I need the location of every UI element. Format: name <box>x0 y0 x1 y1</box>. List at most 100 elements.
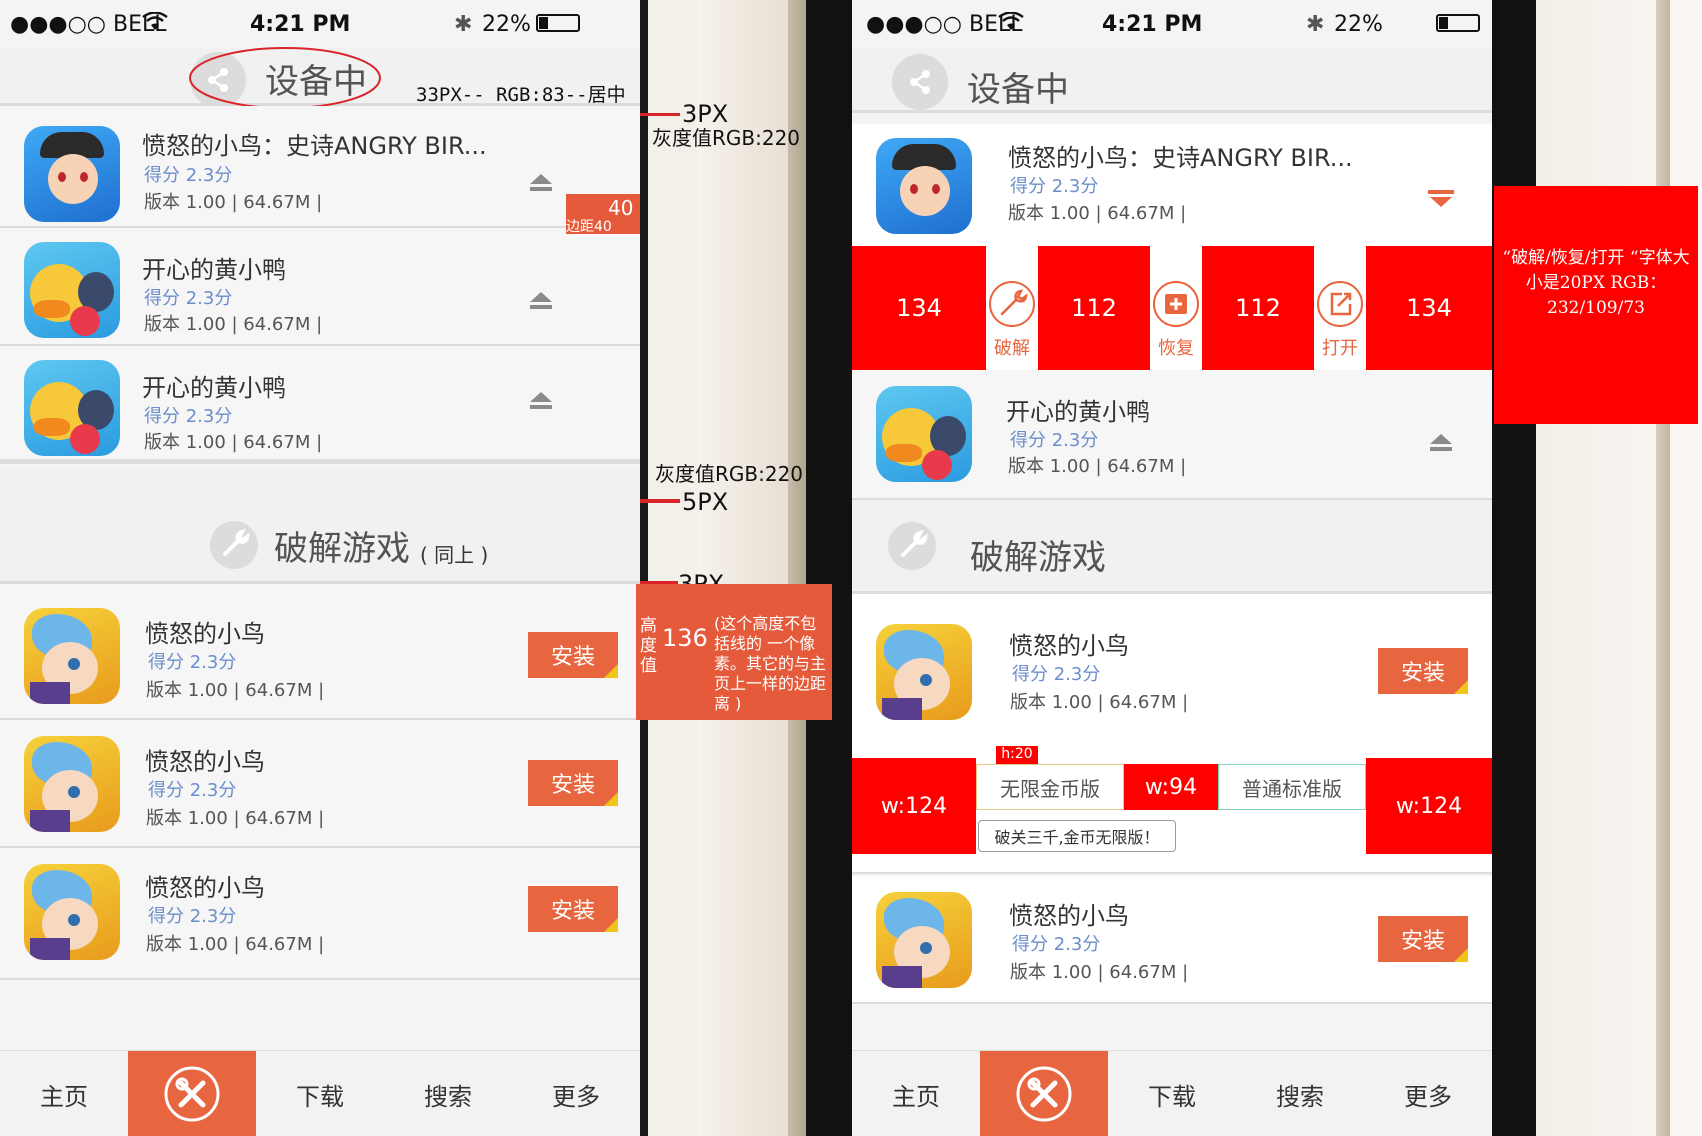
tab-tools[interactable] <box>980 1051 1108 1136</box>
plus-calendar-icon <box>1153 281 1199 327</box>
install-button[interactable]: 安装 <box>1378 648 1468 694</box>
annotation-margin-box: 40 边距40 <box>566 194 640 235</box>
spacing-annotation: 112 <box>1202 246 1314 370</box>
annotation-line <box>640 499 680 503</box>
version-option-unlimited-coins[interactable]: 无限金币版 <box>976 764 1124 810</box>
app-score: 得分 2.3分 <box>1012 934 1101 955</box>
spacing-annotation: 112 <box>1038 246 1150 370</box>
tab-home[interactable]: 主页 <box>852 1051 980 1136</box>
annotation-height-value: 136 <box>662 624 708 652</box>
app-score: 得分 2.3分 <box>148 652 237 673</box>
section-header-cracked-games: 破解游戏 ( 同上 ) <box>0 469 640 584</box>
app-meta: 版本 1.00 | 64.67M | <box>1008 456 1187 477</box>
spacing-annotation: 134 <box>852 246 986 370</box>
eject-icon[interactable] <box>528 290 554 310</box>
app-name: 愤怒的小鸟：史诗ANGRY BIR... <box>1008 144 1353 172</box>
tab-home[interactable]: 主页 <box>0 1051 128 1136</box>
tab-more[interactable]: 更多 <box>512 1051 640 1136</box>
phone-frame-edge <box>806 0 852 1136</box>
duck-app-icon <box>876 386 972 482</box>
width-annotation: w:124 <box>852 758 976 854</box>
list-item-expanded[interactable]: 愤怒的小鸟：史诗ANGRY BIR... 得分 2.3分 版本 1.00 | 6… <box>852 124 1492 246</box>
install-button[interactable]: 安装 <box>1378 916 1468 962</box>
open-share-icon <box>1317 281 1363 327</box>
phone-frame-edge <box>1536 0 1702 1136</box>
status-bar: ●●●○○ BELL 4:21 PM ✱ 22% <box>852 0 1492 48</box>
annotation-5px: 5PX <box>682 488 729 516</box>
phone-frame-edge <box>1656 0 1670 1136</box>
wifi-icon <box>142 11 168 38</box>
eject-icon[interactable] <box>528 172 554 192</box>
version-tooltip: 破关三千,金币无限版！ <box>978 820 1176 852</box>
install-button[interactable]: 安装 <box>528 632 618 678</box>
tab-search[interactable]: 搜索 <box>1236 1051 1364 1136</box>
app-meta: 版本 1.00 | 64.67M | <box>144 192 323 213</box>
bluetooth-icon: ✱ <box>1306 12 1325 37</box>
angry-birds-app-icon <box>876 892 972 988</box>
version-option-standard[interactable]: 普通标准版 <box>1218 764 1366 810</box>
list-item[interactable]: 愤怒的小鸟 得分 2.3分 版本 1.00 | 64.67M | 安装 <box>852 594 1492 756</box>
list-item[interactable]: 愤怒的小鸟 得分 2.3分 版本 1.00 | 64.67M | 安装 <box>0 848 640 980</box>
tab-download[interactable]: 下载 <box>256 1051 384 1136</box>
angry-birds-app-icon <box>24 608 120 704</box>
app-score: 得分 2.3分 <box>1010 176 1099 197</box>
crack-action[interactable]: 破解 <box>986 246 1038 370</box>
list-item[interactable]: 愤怒的小鸟 得分 2.3分 版本 1.00 | 64.67M | 安装 <box>852 876 1492 1004</box>
angry-birds-app-icon <box>24 126 120 222</box>
eject-icon[interactable] <box>1428 432 1454 452</box>
collapse-arrow-icon[interactable] <box>1428 190 1454 210</box>
app-name: 开心的黄小鸭 <box>1006 398 1150 426</box>
app-name: 愤怒的小鸟 <box>1009 632 1129 660</box>
annotation-height-box: 高度值 136 (这个高度不包括线的 一个像素。其它的与主页上一样的边距离 ) <box>636 584 832 720</box>
tab-bar: 主页 下载 搜索 更多 <box>0 1050 640 1136</box>
app-name: 愤怒的小鸟 <box>145 874 265 902</box>
tab-more[interactable]: 更多 <box>1364 1051 1492 1136</box>
tab-search[interactable]: 搜索 <box>384 1051 512 1136</box>
phone-frame-edge <box>640 0 648 1136</box>
annotation-margin-label: 边距40 <box>566 219 612 235</box>
list-item[interactable]: 愤怒的小鸟 得分 2.3分 版本 1.00 | 64.67M | 安装 <box>0 584 640 720</box>
list-item[interactable]: 开心的黄小鸭 得分 2.3分 版本 1.00 | 64.67M | <box>0 228 640 346</box>
tab-download[interactable]: 下载 <box>1108 1051 1236 1136</box>
duck-app-icon <box>24 242 120 338</box>
tab-bar: 主页 下载 搜索 更多 <box>852 1050 1492 1136</box>
install-button[interactable]: 安装 <box>528 760 618 806</box>
phone-frame-edge <box>788 0 806 1136</box>
battery-icon <box>536 14 580 32</box>
tab-tools[interactable] <box>128 1051 256 1136</box>
app-score: 得分 2.3分 <box>1012 664 1101 685</box>
phone-frame-edge <box>1492 0 1536 1136</box>
app-meta: 版本 1.00 | 64.67M | <box>144 432 323 453</box>
section-suffix: ( 同上 ) <box>420 543 489 567</box>
app-meta: 版本 1.00 | 64.67M | <box>146 934 325 955</box>
install-button[interactable]: 安装 <box>528 886 618 932</box>
app-score: 得分 2.3分 <box>148 780 237 801</box>
crack-label: 破解 <box>994 338 1030 359</box>
list-item[interactable]: 愤怒的小鸟 得分 2.3分 版本 1.00 | 64.67M | 安装 <box>0 720 640 848</box>
action-bar: 134 破解 112 恢复 112 打开 134 <box>852 246 1492 370</box>
annotation-title-spec: 33PX-- RGB:83--居中 <box>416 84 626 106</box>
duck-app-icon <box>24 360 120 456</box>
app-meta: 版本 1.00 | 64.67M | <box>1010 692 1189 713</box>
restore-label: 恢复 <box>1158 338 1194 359</box>
eject-icon[interactable] <box>528 390 554 410</box>
annotation-font-spec: “破解/恢复/打开 “字体大小是20PX RGB：232/109/73 <box>1494 186 1698 424</box>
clock-label: 4:21 PM <box>250 12 351 37</box>
battery-label: 22% <box>1334 12 1383 37</box>
section-header-devices: 设备中 <box>852 48 1492 113</box>
app-score: 得分 2.3分 <box>144 288 233 309</box>
list-item[interactable]: 开心的黄小鸭 得分 2.3分 版本 1.00 | 64.67M | <box>0 346 640 464</box>
tools-icon <box>1016 1066 1072 1122</box>
app-meta: 版本 1.00 | 64.67M | <box>146 680 325 701</box>
list-item[interactable]: 愤怒的小鸟：史诗ANGRY BIR... 得分 2.3分 版本 1.00 | 6… <box>0 106 640 228</box>
wrench-icon <box>210 521 258 569</box>
battery-icon <box>1436 14 1480 32</box>
restore-action[interactable]: 恢复 <box>1150 246 1202 370</box>
section-title: 破解游戏 <box>970 538 1106 578</box>
height-annotation: h:20 <box>996 746 1038 764</box>
list-item[interactable]: 开心的黄小鸭 得分 2.3分 版本 1.00 | 64.67M | <box>852 370 1492 500</box>
app-meta: 版本 1.00 | 64.67M | <box>1010 962 1189 983</box>
wrench-icon <box>989 281 1035 327</box>
app-name: 愤怒的小鸟 <box>1009 902 1129 930</box>
open-action[interactable]: 打开 <box>1314 246 1366 370</box>
